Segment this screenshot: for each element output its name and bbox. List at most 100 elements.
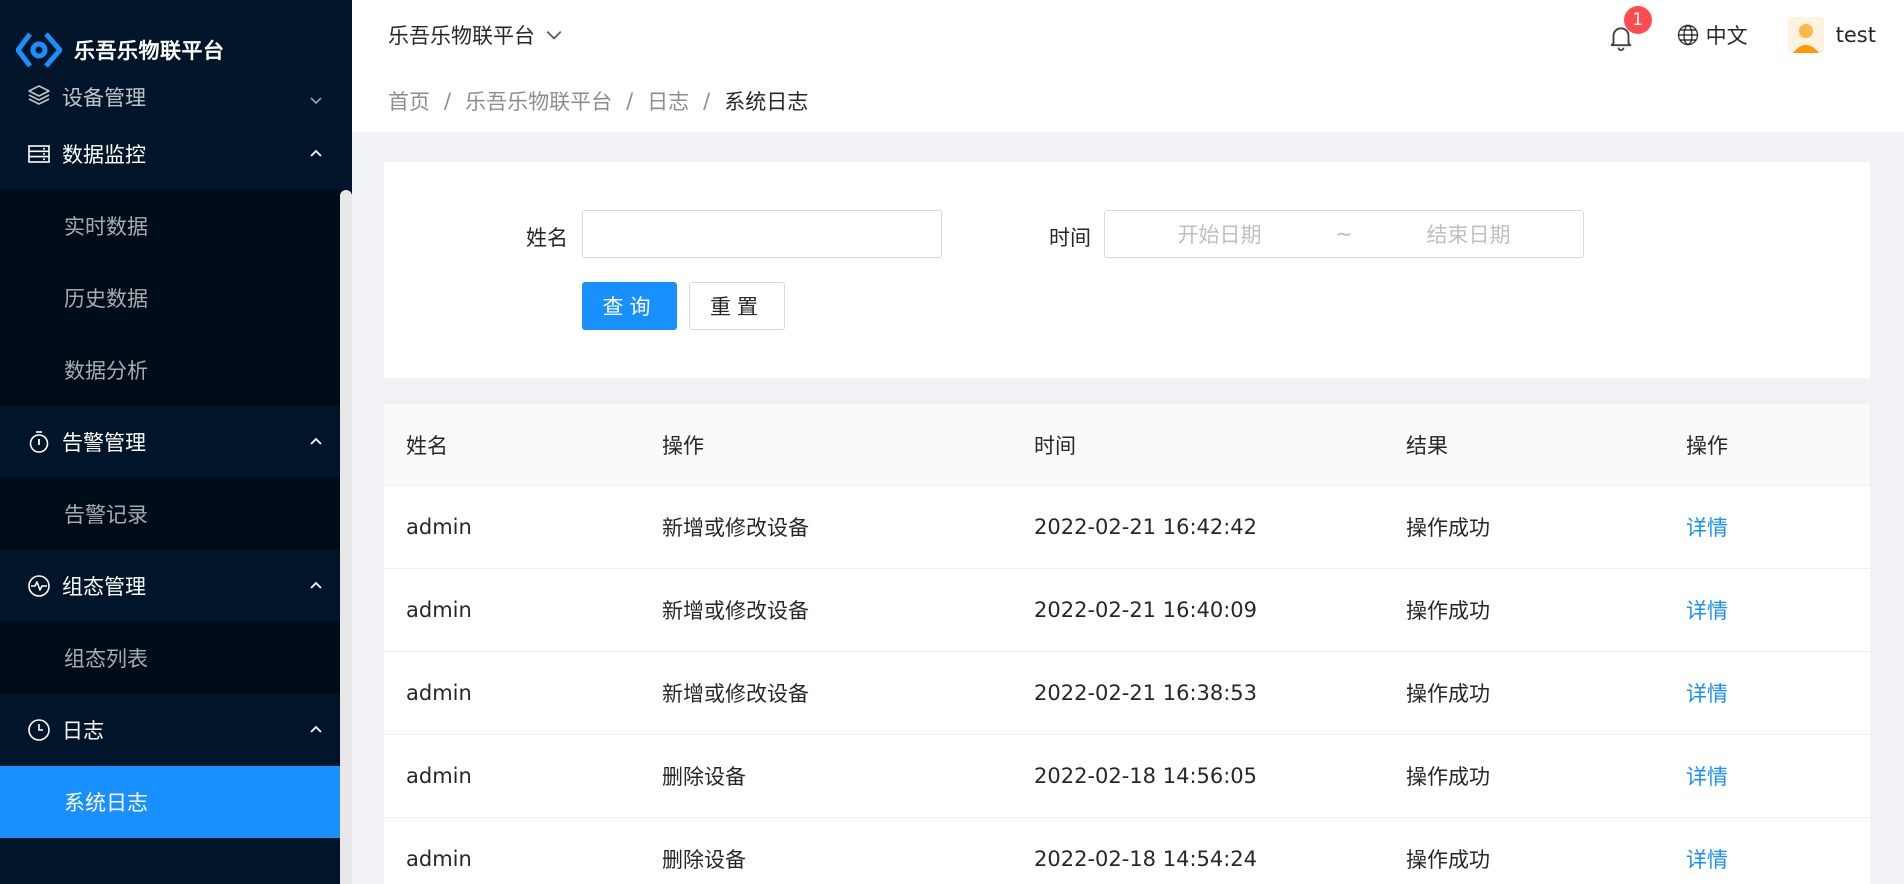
sidebar-item-analysis[interactable]: 数据分析 — [0, 334, 340, 406]
date-range-picker[interactable]: 开始日期 ~ 结束日期 — [1104, 210, 1584, 258]
breadcrumb-separator: / — [444, 89, 452, 113]
submenu-alarm: 告警记录 — [0, 478, 340, 550]
cell-name: admin — [406, 598, 472, 622]
cell-action: 删除设备 — [662, 765, 746, 789]
notification-badge: 1 — [1623, 6, 1652, 34]
detail-link[interactable]: 详情 — [1686, 516, 1728, 540]
column-header-name: 姓名 — [406, 433, 448, 458]
column-header-result: 结果 — [1406, 433, 1448, 458]
project-name: 乐吾乐物联平台 — [388, 24, 535, 48]
column-header-operation: 操作 — [1686, 433, 1728, 458]
breadcrumb-home[interactable]: 首页 — [388, 86, 430, 116]
detail-link[interactable]: 详情 — [1686, 682, 1728, 706]
avatar — [1787, 17, 1824, 53]
project-switcher[interactable]: 乐吾乐物联平台 — [388, 20, 563, 50]
sidebar-item-config-list[interactable]: 组态列表 — [0, 622, 340, 694]
menu-group-monitor[interactable]: 数据监控 — [0, 118, 340, 190]
log-table: 姓名 操作 时间 结果 操作 admin 新增或修改设备 2022-02-21 … — [384, 404, 1870, 884]
heartbeat-icon — [26, 573, 52, 599]
language-switcher[interactable]: 中文 — [1676, 20, 1748, 50]
column-header-action: 操作 — [662, 433, 704, 458]
cell-time: 2022-02-21 16:40:09 — [1034, 598, 1258, 622]
range-separator: ~ — [1335, 222, 1353, 246]
menu-group-device[interactable]: 设备管理 — [0, 82, 340, 118]
logo-text: 乐吾乐物联平台 — [74, 39, 225, 63]
logo-icon — [16, 32, 62, 68]
name-input[interactable] — [582, 210, 942, 258]
menu-group-log[interactable]: 日志 — [0, 694, 340, 766]
user-menu[interactable]: test — [1787, 17, 1876, 53]
breadcrumb-platform[interactable]: 乐吾乐物联平台 — [465, 86, 612, 116]
menu-group-config[interactable]: 组态管理 — [0, 550, 340, 622]
chevron-up-icon — [310, 581, 322, 589]
globe-icon — [1677, 24, 1698, 46]
menu-group-label: 数据监控 — [62, 143, 146, 167]
cell-name: admin — [406, 847, 472, 871]
table-row: admin 新增或修改设备 2022-02-21 16:38:53 操作成功 详… — [384, 652, 1870, 735]
menu-group-label: 组态管理 — [62, 575, 146, 599]
cell-action: 删除设备 — [662, 848, 746, 872]
menu-group-alarm[interactable]: 告警管理 — [0, 406, 340, 478]
cell-name: admin — [406, 764, 472, 788]
sidebar-scrollbar[interactable] — [340, 190, 352, 884]
notification-bell[interactable]: 1 — [1606, 6, 1652, 52]
cell-result: 操作成功 — [1406, 848, 1490, 872]
submenu-log: 系统日志 — [0, 766, 340, 838]
sidebar-item-realtime[interactable]: 实时数据 — [0, 190, 340, 262]
cell-result: 操作成功 — [1406, 599, 1490, 623]
table-row: admin 删除设备 2022-02-18 14:54:24 操作成功 详情 — [384, 818, 1870, 884]
menu-group-label: 告警管理 — [62, 431, 146, 455]
start-date-input[interactable]: 开始日期 — [1105, 219, 1334, 249]
breadcrumb-current: 系统日志 — [724, 90, 809, 114]
column-header-time: 时间 — [1034, 433, 1076, 458]
time-label: 时间 — [1049, 226, 1091, 250]
layers-icon — [26, 82, 52, 108]
language-label: 中文 — [1705, 24, 1748, 48]
breadcrumb-separator: / — [626, 89, 634, 113]
menu-group-label: 日志 — [62, 719, 104, 743]
table-row: admin 新增或修改设备 2022-02-21 16:42:42 操作成功 详… — [384, 486, 1870, 569]
table-row: admin 新增或修改设备 2022-02-21 16:40:09 操作成功 详… — [384, 569, 1870, 652]
cell-time: 2022-02-18 14:56:05 — [1034, 764, 1258, 788]
cell-time: 2022-02-21 16:42:42 — [1034, 515, 1258, 539]
cell-name: admin — [406, 681, 472, 705]
query-button[interactable]: 查询 — [582, 282, 677, 330]
cell-action: 新增或修改设备 — [662, 682, 809, 706]
alert-icon — [26, 429, 52, 455]
chevron-down-icon — [546, 31, 562, 40]
cell-result: 操作成功 — [1406, 516, 1490, 540]
table-header: 姓名 操作 时间 结果 操作 — [384, 404, 1870, 486]
sidebar-item-history[interactable]: 历史数据 — [0, 262, 340, 334]
end-date-input[interactable]: 结束日期 — [1354, 219, 1583, 249]
detail-link[interactable]: 详情 — [1686, 848, 1728, 872]
username: test — [1835, 23, 1876, 47]
chevron-down-icon — [310, 97, 322, 105]
breadcrumb: 首页 / 乐吾乐物联平台 / 日志 / 系统日志 — [352, 70, 1904, 132]
cell-time: 2022-02-21 16:38:53 — [1034, 681, 1258, 705]
detail-link[interactable]: 详情 — [1686, 599, 1728, 623]
cell-action: 新增或修改设备 — [662, 516, 809, 540]
chevron-up-icon — [310, 437, 322, 445]
database-icon — [26, 141, 52, 167]
submenu-monitor: 实时数据 历史数据 数据分析 — [0, 190, 340, 406]
detail-link[interactable]: 详情 — [1686, 765, 1728, 789]
cell-time: 2022-02-18 14:54:24 — [1034, 847, 1258, 871]
chevron-up-icon — [310, 725, 322, 733]
table-row: admin 删除设备 2022-02-18 14:56:05 操作成功 详情 — [384, 735, 1870, 818]
menu-group-label: 设备管理 — [62, 86, 146, 110]
cell-result: 操作成功 — [1406, 682, 1490, 706]
reset-button[interactable]: 重置 — [689, 282, 785, 330]
chevron-up-icon — [310, 149, 322, 157]
clock-icon — [26, 717, 52, 743]
cell-result: 操作成功 — [1406, 765, 1490, 789]
breadcrumb-log[interactable]: 日志 — [647, 86, 689, 116]
sidebar: 乐吾乐物联平台 设备管理 数据监控 实时数据 历史数据 数据分析 告警管理 告警… — [0, 0, 352, 884]
cell-name: admin — [406, 515, 472, 539]
sidebar-menu: 设备管理 数据监控 实时数据 历史数据 数据分析 告警管理 告警记录 组态管理 … — [0, 82, 340, 838]
top-header: 乐吾乐物联平台 1 中文 test — [352, 0, 1904, 70]
sidebar-item-system-log[interactable]: 系统日志 — [0, 766, 340, 838]
header-actions: 1 中文 test — [1606, 0, 1904, 70]
search-form: 姓名 时间 开始日期 ~ 结束日期 查询 重置 — [384, 162, 1870, 378]
sidebar-item-alarm-records[interactable]: 告警记录 — [0, 478, 340, 550]
breadcrumb-separator: / — [703, 89, 711, 113]
